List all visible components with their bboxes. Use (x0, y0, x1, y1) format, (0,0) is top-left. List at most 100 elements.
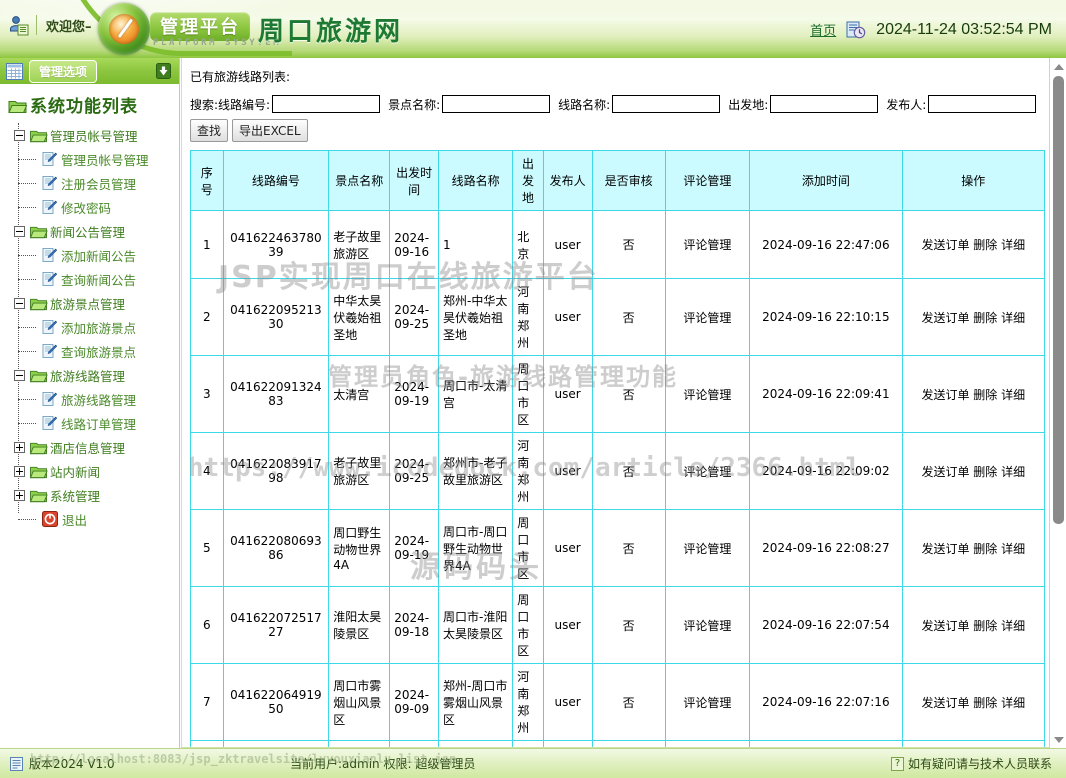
scrollbar-thumb[interactable] (1053, 76, 1064, 524)
chevron-down-icon[interactable] (156, 63, 171, 79)
sidebar-item-label[interactable]: 查询新闻公告 (61, 270, 136, 289)
collapse-minus-icon[interactable] (14, 225, 25, 237)
sidebar-item-2[interactable]: 管理员帐号管理 (12, 147, 179, 171)
delete-link[interactable]: 删除 (973, 238, 997, 252)
sidebar-item-9[interactable]: 添加旅游景点 (12, 315, 179, 339)
sidebar-item-14[interactable]: 酒店信息管理 (12, 435, 179, 459)
comment-manage-link[interactable]: 评论管理 (683, 619, 731, 633)
sidebar-item-7[interactable]: 查询新闻公告 (12, 267, 179, 291)
export-excel-button[interactable]: 导出EXCEL (232, 119, 308, 142)
search-input-1[interactable] (272, 95, 381, 113)
send-order-link[interactable]: 发送订单 (921, 696, 969, 710)
delete-link[interactable]: 删除 (973, 542, 997, 556)
detail-link[interactable]: 详细 (1001, 388, 1025, 402)
search-input-3[interactable] (612, 95, 721, 113)
search-input-2[interactable] (442, 95, 551, 113)
sidebar-item-15[interactable]: 站内新闻 (12, 459, 179, 483)
comment-manage-link[interactable]: 评论管理 (683, 388, 731, 402)
cell-comment-link[interactable]: 评论管理 (664, 740, 751, 747)
sidebar-item-label[interactable]: 新闻公告管理 (50, 222, 125, 241)
cell-comment-link[interactable]: 评论管理 (664, 432, 751, 510)
delete-link[interactable]: 删除 (973, 388, 997, 402)
sidebar-item-12[interactable]: 旅游线路管理 (12, 387, 179, 411)
search-input-5[interactable] (928, 95, 1037, 113)
send-order-link[interactable]: 发送订单 (921, 238, 969, 252)
sidebar-item-3[interactable]: 注册会员管理 (12, 171, 179, 195)
cell-comment-link[interactable]: 评论管理 (664, 586, 751, 664)
cell-comment-link[interactable]: 评论管理 (664, 663, 751, 741)
scroll-down-arrow-icon[interactable] (1050, 731, 1066, 748)
cell-comment-link[interactable]: 评论管理 (664, 509, 751, 587)
cell-comment-link[interactable]: 评论管理 (664, 355, 751, 433)
search-input-4[interactable] (770, 95, 879, 113)
sidebar-item-13[interactable]: 线路订单管理 (12, 411, 179, 435)
routes-table: 序号 线路编号 景点名称 出发时间 线路名称 出发地 发布人 是否审核 评论管理 添加时间 操作 1… (190, 150, 1046, 747)
cell-publisher: user (542, 586, 593, 664)
sidebar-item-5[interactable]: 新闻公告管理 (12, 219, 179, 243)
sidebar-item-label[interactable]: 管理员帐号管理 (61, 150, 149, 169)
detail-link[interactable]: 详细 (1001, 311, 1025, 325)
detail-link[interactable]: 详细 (1001, 238, 1025, 252)
delete-link[interactable]: 删除 (973, 311, 997, 325)
cell-depart-time: 2024-09-09 (389, 663, 440, 741)
sidebar-item-1[interactable]: 管理员帐号管理 (12, 123, 179, 147)
sidebar-item-label[interactable]: 系统管理 (50, 486, 100, 505)
sidebar-item-label[interactable]: 旅游线路管理 (61, 390, 136, 409)
send-order-link[interactable]: 发送订单 (921, 465, 969, 479)
sidebar-item-label[interactable]: 线路订单管理 (61, 414, 136, 433)
logout-icon (42, 511, 58, 527)
comment-manage-link[interactable]: 评论管理 (683, 696, 731, 710)
sidebar-header-label[interactable]: 管理选项 (29, 59, 98, 83)
sidebar-item-label[interactable]: 查询旅游景点 (61, 342, 136, 361)
send-order-link[interactable]: 发送订单 (921, 311, 969, 325)
send-order-link[interactable]: 发送订单 (921, 388, 969, 402)
sidebar-item-6[interactable]: 添加新闻公告 (12, 243, 179, 267)
scroll-up-arrow-icon[interactable] (1050, 58, 1066, 75)
comment-manage-link[interactable]: 评论管理 (683, 542, 731, 556)
delete-link[interactable]: 删除 (973, 696, 997, 710)
footer-support-label[interactable]: 如有疑问请与技术人员联系 (908, 755, 1052, 772)
edit-note-icon (42, 175, 58, 191)
detail-link[interactable]: 详细 (1001, 619, 1025, 633)
sidebar-item-label[interactable]: 添加新闻公告 (61, 246, 136, 265)
expand-plus-icon[interactable] (14, 465, 25, 477)
sidebar-item-label[interactable]: 酒店信息管理 (50, 438, 125, 457)
sidebar-item-label[interactable]: 旅游线路管理 (50, 366, 125, 385)
sidebar-item-label[interactable]: 注册会员管理 (61, 174, 136, 193)
collapse-minus-icon[interactable] (14, 129, 25, 141)
cell-comment-link[interactable]: 评论管理 (664, 210, 751, 279)
comment-manage-link[interactable]: 评论管理 (683, 311, 731, 325)
sidebar-item-10[interactable]: 查询旅游景点 (12, 339, 179, 363)
detail-link[interactable]: 详细 (1001, 465, 1025, 479)
sidebar-item-17[interactable]: 退出 (12, 507, 179, 531)
sidebar-item-label[interactable]: 管理员帐号管理 (50, 126, 138, 145)
comment-manage-link[interactable]: 评论管理 (683, 238, 731, 252)
sidebar-item-label[interactable]: 旅游景点管理 (50, 294, 125, 313)
cell-origin: 河南郑州 (512, 432, 544, 510)
detail-link[interactable]: 详细 (1001, 542, 1025, 556)
collapse-minus-icon[interactable] (14, 369, 25, 381)
expand-plus-icon[interactable] (14, 489, 25, 501)
delete-link[interactable]: 删除 (973, 619, 997, 633)
expand-plus-icon[interactable] (14, 441, 25, 453)
send-order-link[interactable]: 发送订单 (921, 542, 969, 556)
comment-manage-link[interactable]: 评论管理 (683, 465, 731, 479)
sidebar-item-4[interactable]: 修改密码 (12, 195, 179, 219)
cell-comment-link[interactable]: 评论管理 (664, 278, 751, 356)
cell-spot-name: 中华太昊伏羲始祖圣地 (328, 278, 391, 356)
sidebar-item-16[interactable]: 系统管理 (12, 483, 179, 507)
table-row: 5 04162208069386 周口野生动物世界4A 2024-09-19 周口市-周… (190, 509, 1046, 587)
main-vertical-scrollbar[interactable] (1049, 58, 1066, 748)
sidebar-item-11[interactable]: 旅游线路管理 (12, 363, 179, 387)
collapse-minus-icon[interactable] (14, 297, 25, 309)
sidebar-item-8[interactable]: 旅游景点管理 (12, 291, 179, 315)
home-link[interactable]: 首页 (810, 20, 836, 39)
search-submit-button[interactable]: 查找 (190, 119, 229, 142)
detail-link[interactable]: 详细 (1001, 696, 1025, 710)
send-order-link[interactable]: 发送订单 (921, 619, 969, 633)
sidebar-item-label[interactable]: 退出 (62, 510, 87, 529)
sidebar-item-label[interactable]: 站内新闻 (50, 462, 100, 481)
sidebar-item-label[interactable]: 添加旅游景点 (61, 318, 136, 337)
delete-link[interactable]: 删除 (973, 465, 997, 479)
sidebar-item-label[interactable]: 修改密码 (61, 198, 111, 217)
